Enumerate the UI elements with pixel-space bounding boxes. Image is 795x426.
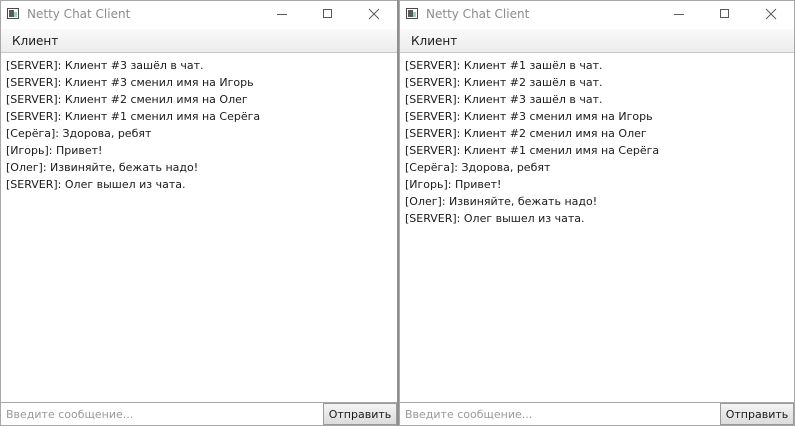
menu-bar: Клиент [400, 29, 794, 53]
window-title: Netty Chat Client [426, 7, 530, 21]
minimize-button[interactable] [656, 1, 702, 29]
maximize-button[interactable] [702, 1, 748, 29]
window-title: Netty Chat Client [27, 7, 131, 21]
chat-message: [SERVER]: Клиент #3 зашёл в чат. [6, 59, 204, 72]
chat-message: [SERVER]: Олег вышел из чата. [6, 178, 186, 191]
chat-message: [Серёга]: Здорова, ребят [6, 127, 152, 140]
title-bar[interactable]: Netty Chat Client [1, 1, 397, 29]
chat-message: [SERVER]: Клиент #3 зашёл в чат. [405, 93, 603, 106]
app-window-icon [7, 8, 19, 19]
close-icon [368, 8, 380, 20]
chat-window-right: Netty Chat Client Клиент [SERVER]: Клиен… [399, 0, 795, 426]
chat-history[interactable]: [SERVER]: Клиент #3 зашёл в чат. [SERVER… [1, 53, 397, 403]
menu-client[interactable]: Клиент [404, 32, 464, 50]
chat-message: [SERVER]: Клиент #1 зашёл в чат. [405, 59, 603, 72]
chat-message: [SERVER]: Клиент #2 сменил имя на Олег [6, 93, 248, 106]
message-input-row: Отправить [1, 403, 397, 425]
chat-message: [SERVER]: Клиент #1 сменил имя на Серёга [405, 144, 660, 157]
message-input-row: Отправить [400, 403, 794, 425]
send-button[interactable]: Отправить [323, 403, 397, 425]
chat-message: [SERVER]: Клиент #3 сменил имя на Игорь [405, 110, 653, 123]
send-button[interactable]: Отправить [720, 403, 794, 425]
chat-history[interactable]: [SERVER]: Клиент #1 зашёл в чат. [SERVER… [400, 53, 794, 403]
chat-message: [Игорь]: Привет! [6, 144, 103, 157]
chat-message: [Игорь]: Привет! [405, 178, 502, 191]
minimize-button[interactable] [259, 1, 305, 29]
chat-message: [SERVER]: Клиент #1 сменил имя на Серёга [6, 110, 261, 123]
close-icon [765, 8, 777, 20]
message-input[interactable] [400, 403, 722, 425]
close-button[interactable] [748, 1, 794, 29]
chat-message: [SERVER]: Клиент #2 зашёл в чат. [405, 76, 603, 89]
chat-message: [SERVER]: Клиент #2 сменил имя на Олег [405, 127, 647, 140]
chat-message: [Серёга]: Здорова, ребят [405, 161, 551, 174]
message-input[interactable] [1, 403, 321, 425]
menu-bar: Клиент [1, 29, 397, 53]
chat-message: [Олег]: Извиняйте, бежать надо! [405, 195, 598, 208]
chat-window-left: Netty Chat Client Клиент [SERVER]: Клиен… [0, 0, 398, 426]
chat-message: [Олег]: Извиняйте, бежать надо! [6, 161, 199, 174]
maximize-button[interactable] [305, 1, 351, 29]
app-window-icon [406, 8, 418, 19]
chat-message: [SERVER]: Олег вышел из чата. [405, 212, 585, 225]
title-bar[interactable]: Netty Chat Client [400, 1, 794, 29]
menu-client[interactable]: Клиент [5, 32, 65, 50]
chat-message: [SERVER]: Клиент #3 сменил имя на Игорь [6, 76, 254, 89]
close-button[interactable] [351, 1, 397, 29]
